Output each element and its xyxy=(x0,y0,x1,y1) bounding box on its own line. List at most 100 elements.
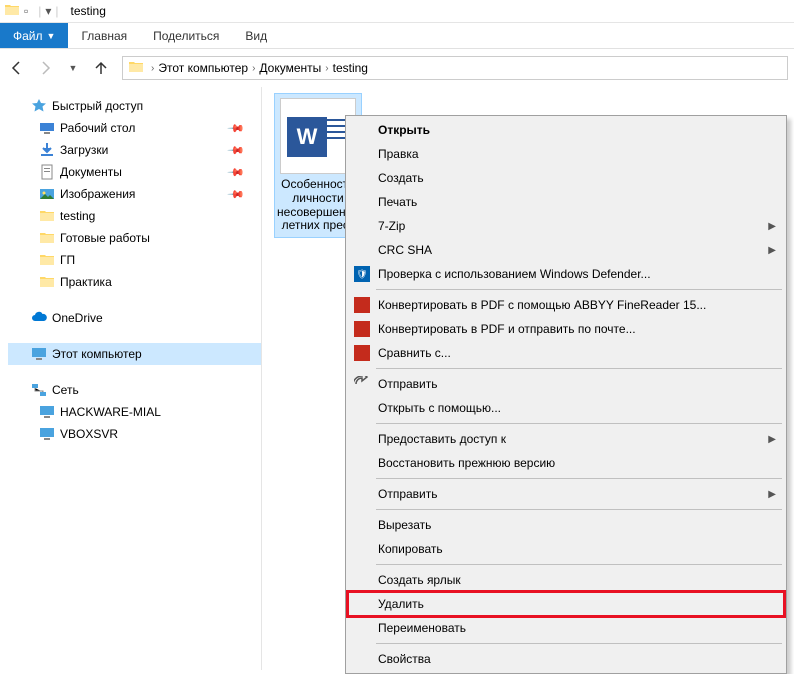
recent-locations-button[interactable]: ▼ xyxy=(62,57,84,79)
tab-file[interactable]: Файл ▼ xyxy=(0,23,68,48)
sidebar-item-label: VBOXSVR xyxy=(60,427,118,441)
menu-label: CRC SHA xyxy=(378,243,432,257)
sidebar-onedrive[interactable]: OneDrive xyxy=(8,307,261,329)
sidebar-item-label: HACKWARE-MIAL xyxy=(60,405,161,419)
computer-icon xyxy=(38,426,56,442)
sidebar-item-label: Готовые работы xyxy=(60,231,150,245)
sidebar-item-label: Изображения xyxy=(60,187,135,201)
address-bar[interactable]: › Этот компьютер › Документы › testing xyxy=(122,56,788,80)
caret-down-icon: ▼ xyxy=(47,31,56,41)
quick-access[interactable]: Быстрый доступ xyxy=(8,95,261,117)
pictures-icon xyxy=(38,186,56,202)
menu-label: Отправить xyxy=(378,377,438,391)
desktop-icon xyxy=(38,120,56,136)
menu-abbyy-email[interactable]: Конвертировать в PDF и отправить по почт… xyxy=(348,317,784,341)
sidebar-item-label: Рабочий стол xyxy=(60,121,135,135)
breadcrumb-segment[interactable]: testing xyxy=(333,61,368,75)
submenu-arrow-icon: ▶ xyxy=(768,221,776,232)
sidebar-item-desktop[interactable]: Рабочий стол 📌 xyxy=(8,117,261,139)
menu-separator xyxy=(376,509,782,510)
pin-icon: 📌 xyxy=(227,163,246,182)
menu-delete[interactable]: Удалить xyxy=(348,592,784,616)
menu-label: Сравнить с... xyxy=(378,346,451,360)
sidebar-item-label: Сеть xyxy=(52,383,79,397)
sidebar-item-label: ГП xyxy=(60,253,75,267)
menu-crcsha[interactable]: CRC SHA▶ xyxy=(348,238,784,262)
sidebar-this-pc[interactable]: Этот компьютер xyxy=(8,343,261,365)
nav-toolbar: ▼ › Этот компьютер › Документы › testing xyxy=(0,49,794,87)
monitor-icon xyxy=(30,346,48,362)
up-button[interactable] xyxy=(90,57,112,79)
computer-icon xyxy=(38,404,56,420)
menu-separator xyxy=(376,289,782,290)
sidebar-item-pictures[interactable]: Изображения 📌 xyxy=(8,183,261,205)
menu-label: Предоставить доступ к xyxy=(378,432,506,446)
menu-7zip[interactable]: 7-Zip ▶ xyxy=(348,214,784,238)
pin-icon: 📌 xyxy=(227,141,246,160)
menu-label: Отправить xyxy=(378,487,438,501)
menu-rename[interactable]: Переименовать xyxy=(348,616,784,640)
sidebar-item-downloads[interactable]: Загрузки 📌 xyxy=(8,139,261,161)
chevron-right-icon[interactable]: › xyxy=(325,63,328,74)
submenu-arrow-icon: ▶ xyxy=(768,489,776,500)
tab-file-label: Файл xyxy=(13,29,43,43)
sidebar-network-pc[interactable]: HACKWARE-MIAL xyxy=(8,401,261,423)
sidebar-item-testing[interactable]: testing xyxy=(8,205,261,227)
menu-print[interactable]: Печать xyxy=(348,190,784,214)
compare-icon xyxy=(354,345,370,361)
submenu-arrow-icon: ▶ xyxy=(768,434,776,445)
menu-label: Правка xyxy=(378,147,419,161)
menu-open-with[interactable]: Открыть с помощью... xyxy=(348,396,784,420)
menu-defender[interactable]: 🛡 Проверка с использованием Windows Defe… xyxy=(348,262,784,286)
tab-view[interactable]: Вид xyxy=(232,23,280,48)
separator: | xyxy=(55,4,58,18)
menu-send-to[interactable]: Отправить ▶ xyxy=(348,482,784,506)
back-button[interactable] xyxy=(6,57,28,79)
context-menu: Открыть Правка Создать Печать 7-Zip ▶ CRC… xyxy=(345,115,787,674)
forward-button[interactable] xyxy=(34,57,56,79)
menu-separator xyxy=(376,643,782,644)
menu-cut[interactable]: Вырезать xyxy=(348,513,784,537)
menu-label: Открыть с помощью... xyxy=(378,401,501,415)
tab-share[interactable]: Поделиться xyxy=(140,23,232,48)
menu-abbyy-convert[interactable]: Конвертировать в PDF с помощью ABBYY Fin… xyxy=(348,293,784,317)
sidebar-item-label: Этот компьютер xyxy=(52,347,142,361)
chevron-right-icon[interactable]: › xyxy=(151,63,154,74)
menu-compare[interactable]: Сравнить с... xyxy=(348,341,784,365)
menu-label: Открыть xyxy=(378,123,430,137)
network-icon xyxy=(30,382,48,398)
menu-open[interactable]: Открыть xyxy=(348,118,784,142)
menu-label: Печать xyxy=(378,195,417,209)
documents-icon xyxy=(38,164,56,180)
menu-send[interactable]: Отправить xyxy=(348,372,784,396)
sidebar-network-pc[interactable]: VBOXSVR xyxy=(8,423,261,445)
menu-share-access[interactable]: Предоставить доступ к ▶ xyxy=(348,427,784,451)
menu-separator xyxy=(376,368,782,369)
menu-label: 7-Zip xyxy=(378,219,405,233)
sidebar-item-label: testing xyxy=(60,209,95,223)
menu-new[interactable]: Создать xyxy=(348,166,784,190)
qat-dropdown-icon[interactable]: ▾ xyxy=(45,4,51,18)
sidebar-item-ready-works[interactable]: Готовые работы xyxy=(8,227,261,249)
menu-restore-version[interactable]: Восстановить прежнюю версию xyxy=(348,451,784,475)
quick-access-label: Быстрый доступ xyxy=(52,99,143,113)
menu-edit[interactable]: Правка xyxy=(348,142,784,166)
menu-create-shortcut[interactable]: Создать ярлык xyxy=(348,568,784,592)
breadcrumb-segment[interactable]: Документы xyxy=(259,61,321,75)
sidebar-item-documents[interactable]: Документы 📌 xyxy=(8,161,261,183)
cloud-icon xyxy=(30,310,48,326)
menu-label: Копировать xyxy=(378,542,443,556)
chevron-right-icon[interactable]: › xyxy=(252,63,255,74)
tab-home[interactable]: Главная xyxy=(68,23,140,48)
sidebar-network[interactable]: Сеть xyxy=(8,379,261,401)
sidebar-item-practice[interactable]: Практика xyxy=(8,271,261,293)
quick-access-folder-icon xyxy=(4,2,20,21)
menu-properties[interactable]: Свойства xyxy=(348,647,784,671)
menu-label: Вырезать xyxy=(378,518,431,532)
sidebar-item-gp[interactable]: ГП xyxy=(8,249,261,271)
folder-icon xyxy=(128,59,144,78)
menu-separator xyxy=(376,423,782,424)
sidebar-item-label: OneDrive xyxy=(52,311,103,325)
menu-copy[interactable]: Копировать xyxy=(348,537,784,561)
breadcrumb-segment[interactable]: Этот компьютер xyxy=(158,61,248,75)
